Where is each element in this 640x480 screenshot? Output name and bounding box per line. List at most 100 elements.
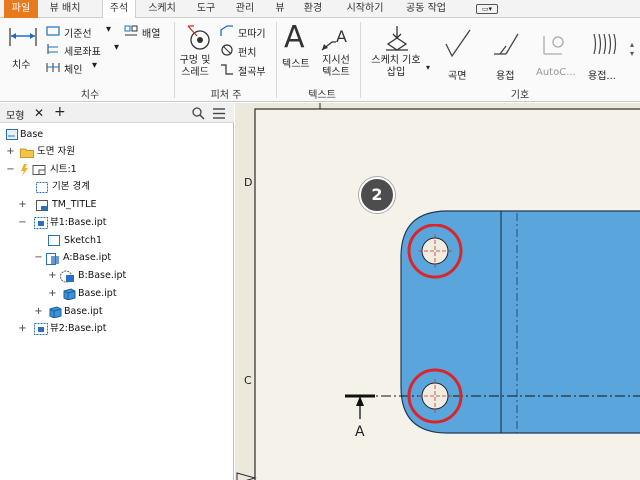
- tab-manage[interactable]: 관리: [228, 0, 262, 18]
- chain-dropdown-icon[interactable]: ▾: [92, 60, 97, 71]
- tree-label: A:Base.ipt: [63, 252, 112, 263]
- tree-label: Base.ipt: [64, 306, 103, 317]
- weld-button[interactable]: 용접: [496, 67, 514, 82]
- expand-icon[interactable]: +: [18, 321, 27, 337]
- ordinate-dropdown-icon[interactable]: ▾: [114, 42, 119, 53]
- surface-texture-icon: [445, 29, 471, 58]
- tree-label: 뷰1:Base.ipt: [50, 217, 107, 228]
- text-button[interactable]: 텍스트: [282, 55, 310, 70]
- bend-icon: [221, 64, 233, 75]
- svg-text:A: A: [336, 28, 347, 46]
- detail-view-icon: [60, 270, 74, 283]
- menu-icon[interactable]: [212, 108, 226, 119]
- tab-get-started[interactable]: 시작하기: [336, 0, 394, 18]
- tree-label: 기본 경계: [52, 181, 90, 192]
- expand-icon[interactable]: +: [48, 286, 57, 302]
- feature-notes-group-title: 피처 주: [210, 90, 242, 101]
- tab-file[interactable]: 파일: [4, 0, 38, 18]
- part-icon: [63, 288, 76, 300]
- drawing-icon: [6, 129, 18, 140]
- weld-icon: [494, 33, 519, 55]
- model-browser: 모형 ✕ + Base + 도면 자원 − 시트:1 기본 경계 + TM_TI…: [0, 103, 234, 480]
- drawing-canvas[interactable]: D C A 2: [235, 103, 640, 480]
- sketch-symbol-dropdown-icon[interactable]: ▾: [426, 63, 430, 72]
- leader-text-icon[interactable]: A: [320, 28, 350, 54]
- tree-label: 도면 자원: [37, 146, 75, 157]
- tree-label: 뷰2:Base.ipt: [50, 323, 107, 334]
- ordinate-button[interactable]: 세로좌표: [64, 43, 101, 58]
- ribbon-tab-bar: 파일 뷰 배치 주석 스케치 도구 관리 뷰 환경 시작하기 공동 작업 ▭▾: [0, 0, 640, 19]
- sheet-icon: [21, 164, 46, 176]
- punch-icon: [221, 44, 233, 56]
- sketch-icon: [48, 235, 60, 246]
- dimension-group-title: 치수: [80, 90, 100, 101]
- close-tab-icon[interactable]: ✕: [34, 106, 44, 120]
- step-number: 2: [371, 185, 383, 204]
- tab-place-views[interactable]: 뷰 배치: [40, 0, 90, 18]
- dimension-button[interactable]: 치수: [12, 56, 30, 71]
- baseline-dropdown-icon[interactable]: ▾: [106, 24, 111, 35]
- weld-bead-icon: [593, 33, 617, 55]
- sketch-symbol-icon[interactable]: [384, 24, 410, 52]
- symbols-group-title: 기호: [510, 90, 530, 101]
- group-separator: [360, 22, 361, 98]
- text-icon[interactable]: A: [284, 20, 305, 55]
- chamfer-button[interactable]: 모따기: [238, 25, 266, 40]
- chain-button[interactable]: 체인: [64, 61, 82, 76]
- collapse-icon[interactable]: −: [18, 215, 27, 231]
- expand-icon[interactable]: +: [6, 144, 15, 160]
- display-dropdown-icon[interactable]: ▭▾: [476, 4, 498, 14]
- baseline-icon: [46, 26, 60, 36]
- folder-icon: [20, 148, 34, 158]
- punch-button[interactable]: 펀치: [238, 44, 256, 59]
- chamfer-icon: [220, 25, 233, 36]
- group-separator: [174, 22, 175, 98]
- tree-label: Base.ipt: [78, 288, 117, 299]
- tab-collaborate[interactable]: 공동 작업: [398, 0, 454, 18]
- autocad-block-icon: [543, 36, 564, 55]
- view-icon: [34, 217, 48, 229]
- tab-annotate[interactable]: 주석: [102, 0, 136, 19]
- tab-view[interactable]: 뷰: [268, 0, 292, 18]
- sketch-symbol-button[interactable]: 스케치 기호 삽입: [366, 55, 426, 79]
- baseline-button[interactable]: 기준선: [64, 25, 92, 40]
- gallery-scroll-icon[interactable]: ▴ ▾: [630, 40, 634, 58]
- arrange-icon: [124, 25, 138, 36]
- arrange-button[interactable]: 배열: [142, 25, 160, 40]
- hole-upper[interactable]: [405, 224, 465, 284]
- leader-text-button[interactable]: 지시선 텍스트: [318, 55, 354, 79]
- expand-icon[interactable]: +: [18, 197, 27, 213]
- bend-button[interactable]: 절곡부: [238, 63, 266, 78]
- section-line-marker[interactable]: [343, 389, 377, 423]
- expand-icon[interactable]: +: [34, 304, 43, 320]
- tab-tools[interactable]: 도구: [190, 0, 222, 18]
- dimension-icon[interactable]: [8, 26, 38, 48]
- tab-environments[interactable]: 환경: [296, 0, 330, 18]
- ordinate-icon: [47, 44, 58, 54]
- hole-lower[interactable]: [405, 367, 465, 427]
- titleblock-icon: [36, 200, 48, 211]
- text-group-title: 텍스트: [308, 90, 336, 101]
- tree-label: Base: [20, 129, 44, 140]
- surface-button[interactable]: 곡면: [448, 67, 466, 82]
- hole-thread-icon[interactable]: [186, 24, 212, 52]
- view-icon: [34, 323, 48, 335]
- collapse-icon[interactable]: −: [34, 250, 43, 266]
- browser-tab-model[interactable]: 모형: [6, 107, 24, 122]
- search-icon[interactable]: [192, 107, 205, 120]
- add-tab-button[interactable]: +: [54, 104, 66, 120]
- tree-label: Sketch1: [64, 235, 103, 246]
- group-separator: [276, 22, 277, 98]
- section-label: A: [355, 424, 365, 440]
- autocad-button[interactable]: AutoC...: [536, 67, 576, 78]
- tree-label: TM_TITLE: [52, 199, 97, 210]
- collapse-icon[interactable]: −: [6, 162, 15, 178]
- step-badge: 2: [359, 177, 395, 213]
- expand-icon[interactable]: +: [48, 268, 57, 284]
- part-icon: [49, 306, 62, 318]
- tab-sketch[interactable]: 스케치: [140, 0, 184, 18]
- ribbon-panel: 치수 기준선 ▾ 세로좌표 ▾ 체인 ▾ 배열 치수 구멍 및 스레드 모따기 …: [0, 18, 640, 102]
- browser-header: 모형 ✕ +: [0, 103, 234, 123]
- weld-caterpillar-button[interactable]: 용접...: [588, 67, 616, 82]
- hole-thread-button[interactable]: 구멍 및 스레드: [176, 55, 214, 79]
